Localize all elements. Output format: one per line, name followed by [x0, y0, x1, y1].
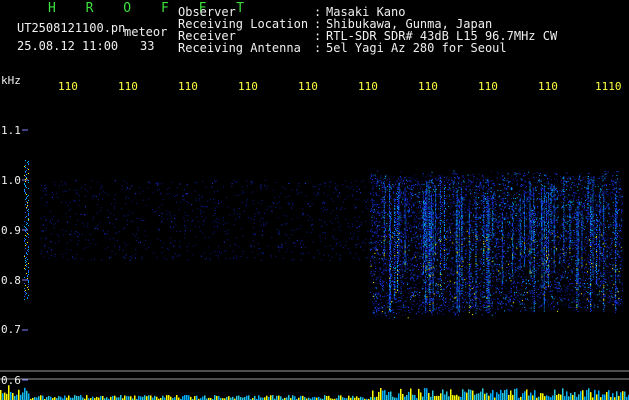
y-tick-label: 0.9 — [1, 224, 21, 237]
y-tick-label: 0.6 — [1, 374, 21, 387]
x-tick-label: 110 — [58, 80, 78, 93]
signal-specks — [24, 160, 623, 319]
x-tick-label: 110 — [538, 80, 558, 93]
y-tick-label: 0.8 — [1, 274, 21, 287]
detection-count: 33 — [140, 39, 155, 53]
filename: UT2508121100.pn — [17, 21, 126, 35]
date-time: 25.08.12 11:00 — [17, 39, 119, 53]
x-tick-label: 110 — [478, 80, 498, 93]
x-tick-label: 110 — [418, 80, 438, 93]
x-tick-label: 110 — [178, 80, 198, 93]
y-tick-label: 1.1 — [1, 124, 21, 137]
antenna-label: Receiving Antenna — [178, 41, 301, 55]
antenna-value: 5el Yagi Az 280 for Seoul — [326, 41, 507, 55]
x-tick-label: 110 — [118, 80, 138, 93]
antenna-sep: : — [314, 41, 322, 55]
y-tick-label: 1.0 — [1, 174, 21, 187]
y-tick-label: 0.7 — [1, 323, 21, 336]
signal-level-bars — [0, 385, 629, 400]
x-tick-label: 110 — [358, 80, 378, 93]
x-tick-label: 110 — [238, 80, 258, 93]
y-axis-unit: kHz — [1, 74, 21, 87]
x-tick-label: 110 — [298, 80, 318, 93]
spectrogram — [0, 129, 629, 400]
mode-label: meteor — [124, 25, 168, 39]
x-tick-label: 1110 — [595, 80, 622, 93]
